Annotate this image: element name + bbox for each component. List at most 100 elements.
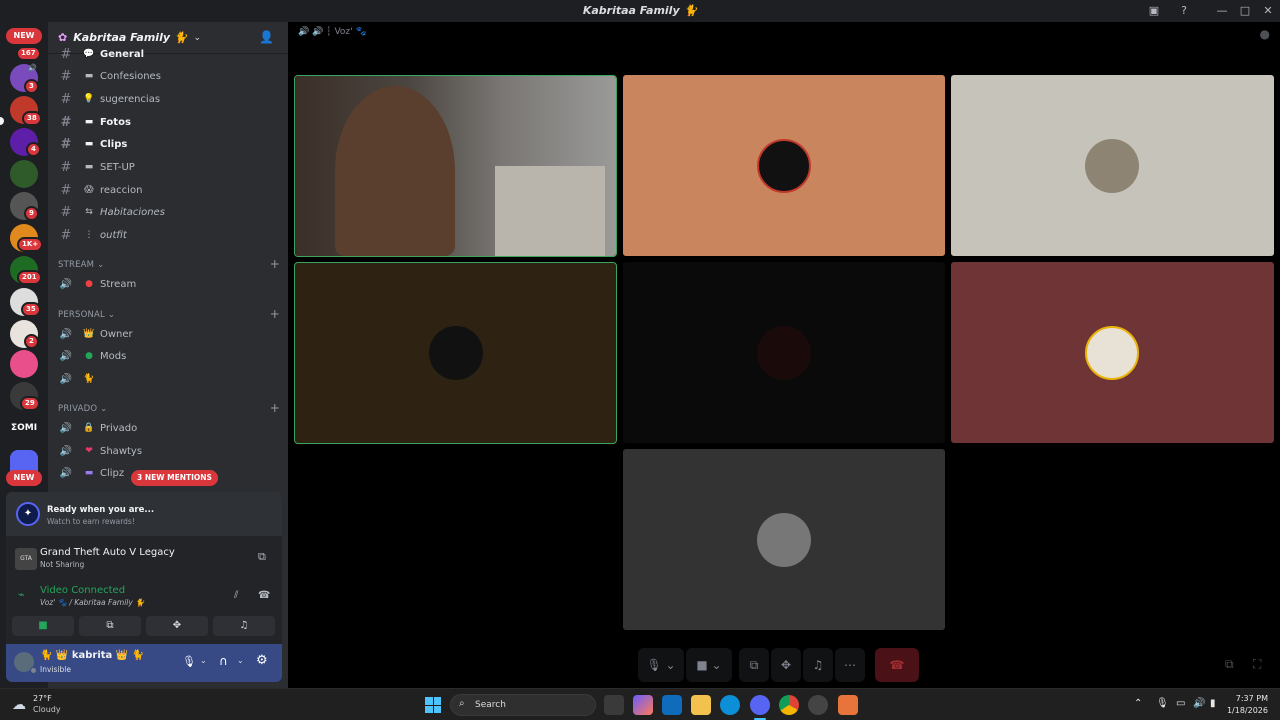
weather-icon[interactable]: ☁: [12, 697, 26, 713]
camera-button[interactable]: ■: [12, 616, 74, 636]
channel-emoji: 💬: [83, 49, 95, 59]
more-options-button[interactable]: ⋯: [835, 648, 865, 682]
hash-icon: #: [60, 136, 72, 152]
popout-icon[interactable]: ⧉: [1225, 657, 1234, 672]
voice-channel-stream[interactable]: 🔊 ● Stream: [58, 274, 280, 294]
server-badge: 2: [24, 334, 39, 349]
voice-channel-privado[interactable]: 🔊 🔒 Privado: [58, 418, 280, 438]
chevron-up-icon[interactable]: ⌃: [1134, 698, 1142, 709]
inbox-icon[interactable]: ▣: [1146, 3, 1162, 19]
volume-icon[interactable]: 🔊: [1193, 698, 1205, 709]
clock-date[interactable]: 1/18/2026: [1226, 706, 1268, 715]
server-icon[interactable]: ΣOMI: [10, 414, 38, 442]
disconnect-icon[interactable]: ☎: [258, 590, 270, 601]
user-bar: 🐈 👑 kabrita 👑 🐈 Invisible 🎙 ⌄ ∩ ⌄ ⚙: [6, 644, 282, 682]
server-icon[interactable]: [10, 350, 38, 378]
category-privado[interactable]: PRIVADO ⌄ +: [58, 401, 280, 415]
close-button[interactable]: ✕: [1260, 3, 1276, 19]
channel-fotos[interactable]: # ▬ Fotos: [58, 112, 280, 132]
channel-general[interactable]: # 💬 General: [58, 48, 280, 60]
channel-sugerencias[interactable]: # 💡 sugerencias: [58, 89, 280, 109]
voice-channel-cat[interactable]: 🔊 🐈: [58, 369, 280, 389]
new-mentions-pill[interactable]: 3 NEW MENTIONS: [131, 470, 218, 486]
speaker-icon: 🔊: [59, 350, 73, 362]
quest-banner[interactable]: ✦ Ready when you are... Watch to earn re…: [6, 492, 282, 536]
channel-confesiones[interactable]: # ▬ Confesiones: [58, 66, 280, 86]
title-bar: Kabritaa Family 🐈 ▣ ? — □ ✕: [0, 0, 1280, 22]
soundboard-button[interactable]: ♫: [213, 616, 275, 636]
file-explorer-icon[interactable]: [691, 695, 711, 715]
chevron-down-icon[interactable]: ⌄: [200, 656, 207, 665]
search-box[interactable]: ⌕ Search: [450, 694, 596, 716]
task-view-icon[interactable]: [604, 695, 624, 715]
outlook-icon[interactable]: [662, 695, 682, 715]
voice-location[interactable]: Voz' 🐾 / Kabritaa Family 🐈: [40, 598, 145, 607]
mute-button[interactable]: 🎙 ⌄: [638, 648, 684, 682]
screen-share-icon[interactable]: ⧉: [258, 550, 266, 564]
soundboard-button[interactable]: ♫: [803, 648, 833, 682]
voice-status-label[interactable]: Video Connected: [40, 585, 125, 596]
voice-channel-mods[interactable]: 🔊 ● Mods: [58, 346, 280, 366]
add-channel-icon[interactable]: +: [270, 401, 280, 415]
channel-habitaciones[interactable]: # ⇆ Habitaciones: [58, 202, 280, 222]
participant-tile[interactable]: [623, 75, 945, 256]
fullscreen-icon[interactable]: ⛶: [1253, 657, 1261, 672]
temperature: 27°F: [33, 694, 52, 703]
share-status: Not Sharing: [40, 560, 85, 569]
channel-reaccion[interactable]: # 😱 reaccion: [58, 180, 280, 200]
app-icon[interactable]: [838, 695, 858, 715]
voice-channel-shawtys[interactable]: 🔊 ❤ Shawtys: [58, 441, 280, 461]
participant-tile[interactable]: [623, 262, 945, 443]
settings-gear-icon[interactable]: ⚙: [256, 653, 268, 668]
app-icon[interactable]: [808, 695, 828, 715]
disconnect-button[interactable]: ☎: [875, 648, 919, 682]
edge-icon[interactable]: [720, 695, 740, 715]
channel-clips[interactable]: # ▬ Clips: [58, 134, 280, 154]
category-stream[interactable]: STREAM ⌄ +: [58, 257, 280, 271]
channel-label: Habitaciones: [100, 206, 165, 218]
participant-tile[interactable]: [294, 262, 617, 444]
copilot-icon[interactable]: [633, 695, 653, 715]
channel-emoji: ▬: [84, 162, 94, 172]
channel-emoji: 😱: [84, 185, 94, 195]
minimize-button[interactable]: —: [1214, 3, 1230, 19]
channel-set-up[interactable]: # ▬ SET-UP: [58, 157, 280, 177]
share-screen-button[interactable]: ⧉: [739, 648, 769, 682]
microphone-icon[interactable]: 🎙: [1156, 698, 1169, 709]
windows-start-icon[interactable]: [425, 697, 441, 713]
maximize-button[interactable]: □: [1237, 3, 1253, 19]
microphone-icon[interactable]: 🎙: [182, 655, 196, 668]
activities-button[interactable]: ✥: [146, 616, 208, 636]
taskbar: ☁ 27°F Cloudy ⌕ Search ⌃ 🎙 ▭ 🔊 ▮ 7:37 PM…: [0, 688, 1280, 720]
camera-toggle-button[interactable]: ■ ⌄: [686, 648, 732, 682]
discord-icon[interactable]: [750, 695, 770, 715]
clock-time[interactable]: 7:37 PM: [1232, 694, 1268, 703]
chrome-icon[interactable]: [779, 695, 799, 715]
chevron-down-icon[interactable]: ⌄: [237, 656, 244, 665]
channel-outfit[interactable]: # ⋮ outfit: [58, 225, 280, 245]
video-stage: 🔊 🔊 ┆ Voz' 🐾 ● 🎙 ⌄ ■ ⌄ ⧉ ✥ ♫ ⋯ ☎ ⧉ ⛶: [288, 22, 1280, 688]
server-icon[interactable]: [10, 160, 38, 188]
headset-icon[interactable]: ∩: [219, 654, 228, 668]
participant-tile[interactable]: [623, 449, 945, 630]
chat-icon[interactable]: ●: [1260, 27, 1270, 41]
activities-button[interactable]: ✥: [771, 648, 801, 682]
new-unreads-pill[interactable]: NEW: [6, 28, 42, 44]
server-badge: 4: [26, 142, 41, 157]
participant-tile-camera[interactable]: [294, 75, 617, 257]
help-icon[interactable]: ?: [1176, 3, 1192, 19]
participant-tile[interactable]: [951, 262, 1274, 443]
add-channel-icon[interactable]: +: [270, 307, 280, 321]
share-screen-button[interactable]: ⧉: [79, 616, 141, 636]
category-personal[interactable]: PERSONAL ⌄ +: [58, 307, 280, 321]
new-unreads-pill[interactable]: NEW: [6, 470, 42, 486]
voice-channel-owner[interactable]: 🔊 👑 Owner: [58, 324, 280, 344]
username[interactable]: 🐈 👑 kabrita 👑 🐈: [40, 650, 144, 661]
battery-icon[interactable]: ▮: [1210, 698, 1216, 709]
participant-tile[interactable]: [951, 75, 1274, 256]
add-channel-icon[interactable]: +: [270, 257, 280, 271]
noise-suppression-icon[interactable]: ⫽: [234, 590, 238, 601]
hash-icon: #: [60, 68, 72, 84]
network-icon[interactable]: ▭: [1176, 698, 1185, 709]
invite-icon[interactable]: 👤: [259, 30, 274, 44]
